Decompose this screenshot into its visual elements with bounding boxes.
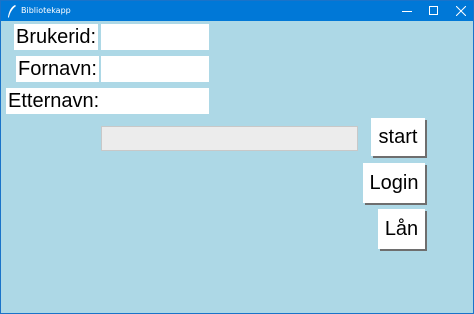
close-icon [456, 6, 466, 16]
fornavn-input[interactable] [101, 56, 209, 82]
etternavn-label: Etternavn: [6, 88, 102, 114]
brukerid-label: Brukerid: [14, 24, 99, 50]
fornavn-label: Fornavn: [16, 56, 99, 82]
title-bar[interactable]: Bibliotekapp [1, 1, 473, 21]
app-window: Bibliotekapp Brukerid: Fornavn: Etternav… [0, 0, 474, 314]
brukerid-input[interactable] [101, 24, 209, 50]
etternavn-input[interactable] [101, 88, 209, 114]
close-button[interactable] [447, 1, 474, 21]
lan-button[interactable]: Lån [378, 209, 425, 249]
progress-bar [101, 126, 358, 151]
feather-icon [6, 4, 18, 18]
maximize-button[interactable] [420, 1, 448, 21]
start-button[interactable]: start [371, 118, 425, 156]
maximize-icon [429, 6, 438, 15]
login-button[interactable]: Login [363, 163, 425, 203]
minimize-icon [402, 11, 412, 12]
minimize-button[interactable] [393, 1, 421, 21]
window-title: Bibliotekapp [21, 6, 71, 15]
